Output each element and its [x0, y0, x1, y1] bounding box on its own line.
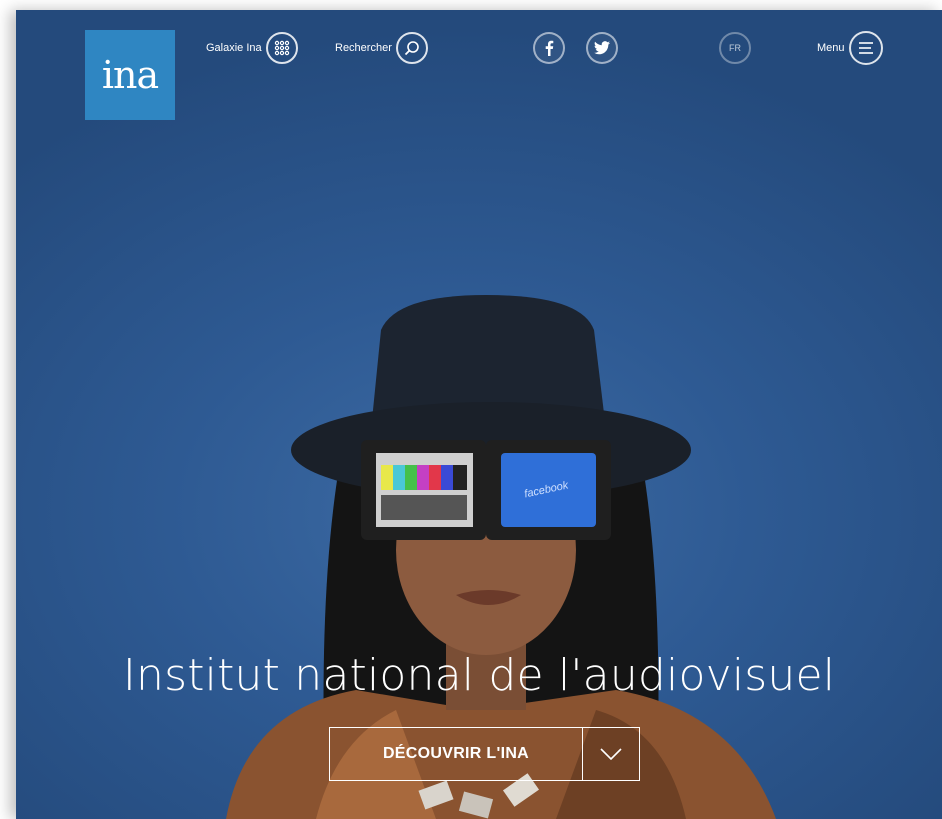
language-switch[interactable]: FR	[719, 30, 751, 66]
hero-title: Institut national de l'audiovisuel	[122, 650, 836, 701]
social-facebook-link[interactable]	[533, 30, 565, 66]
hamburger-icon	[848, 31, 883, 65]
ina-logo[interactable]: ina	[85, 30, 175, 120]
discover-ina-button[interactable]: DÉCOUVRIR L'INA	[330, 728, 583, 780]
search-label: Rechercher	[335, 42, 392, 54]
search-button[interactable]: Rechercher	[335, 30, 428, 66]
search-icon	[395, 32, 428, 64]
language-fr: FR	[719, 32, 751, 64]
discover-cta: DÉCOUVRIR L'INA	[329, 727, 640, 781]
chevron-down-icon	[600, 748, 622, 760]
scroll-down-button[interactable]	[583, 728, 639, 780]
galaxie-ina-button[interactable]: Galaxie Ina	[206, 30, 298, 66]
twitter-icon	[586, 32, 618, 64]
galaxie-ina-label: Galaxie Ina	[206, 42, 262, 54]
grid-icon	[265, 32, 298, 64]
menu-button[interactable]: Menu	[817, 30, 883, 66]
menu-label: Menu	[817, 42, 845, 54]
facebook-icon	[533, 32, 565, 64]
hero-banner: facebook ina Galaxie Ina Rechercher FR M…	[16, 10, 942, 819]
social-twitter-link[interactable]	[586, 30, 618, 66]
